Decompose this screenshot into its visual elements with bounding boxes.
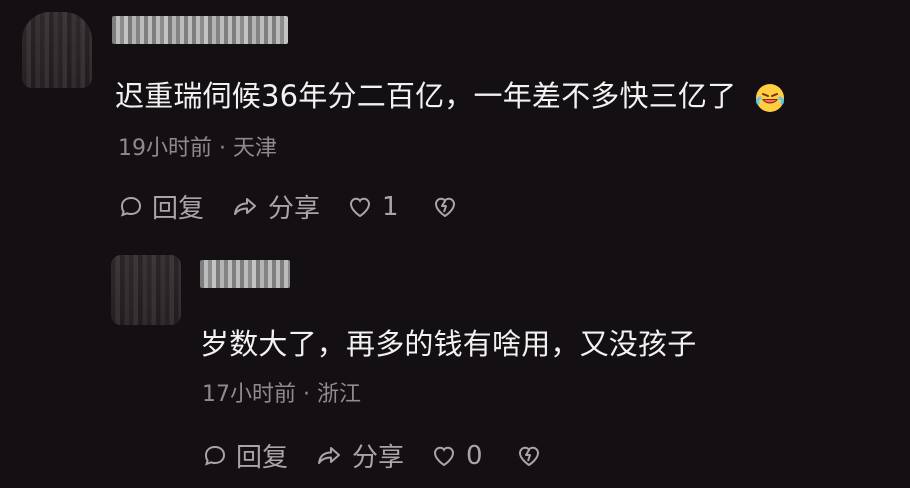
heart-icon — [346, 194, 374, 220]
broken-heart-icon — [431, 194, 459, 220]
share-arrow-icon — [230, 194, 260, 220]
share-label: 分享 — [352, 443, 405, 473]
broken-heart-icon — [515, 443, 543, 469]
dislike-button[interactable] — [515, 443, 543, 469]
reply-label: 回复 — [152, 194, 205, 224]
heart-icon — [430, 443, 458, 469]
comment-text: 岁数大了，再多的钱有啥用，又没孩子 — [200, 327, 697, 361]
share-label: 分享 — [268, 194, 321, 224]
username-blurred[interactable] — [200, 260, 290, 288]
avatar[interactable] — [22, 12, 92, 88]
like-count: 0 — [466, 440, 483, 471]
comment-actions: 回复 分享 1 — [118, 188, 485, 225]
speech-bubble-icon — [202, 443, 228, 469]
reply-button[interactable]: 回复 — [118, 188, 204, 225]
share-button[interactable]: 分享 — [230, 188, 320, 225]
like-button[interactable]: 1 — [346, 192, 399, 222]
share-arrow-icon — [314, 443, 344, 469]
comment-meta: 17小时前 · 浙江 — [202, 382, 361, 407]
speech-bubble-icon — [118, 194, 144, 220]
like-button[interactable]: 0 — [430, 441, 483, 471]
comment-text: 迟重瑞伺候36年分二百亿，一年差不多快三亿了 — [115, 78, 786, 114]
comment-meta: 19小时前 · 天津 — [118, 136, 277, 161]
avatar[interactable] — [111, 255, 181, 325]
dislike-button[interactable] — [431, 194, 459, 220]
username-blurred[interactable] — [112, 16, 288, 44]
laughing-tears-emoji-icon — [754, 82, 786, 114]
comment-text-content: 迟重瑞伺候36年分二百亿，一年差不多快三亿了 — [115, 79, 737, 113]
comment-actions: 回复 分享 0 — [202, 437, 569, 474]
share-button[interactable]: 分享 — [314, 437, 404, 474]
like-count: 1 — [382, 191, 399, 222]
reply-label: 回复 — [236, 443, 289, 473]
reply-button[interactable]: 回复 — [202, 437, 288, 474]
